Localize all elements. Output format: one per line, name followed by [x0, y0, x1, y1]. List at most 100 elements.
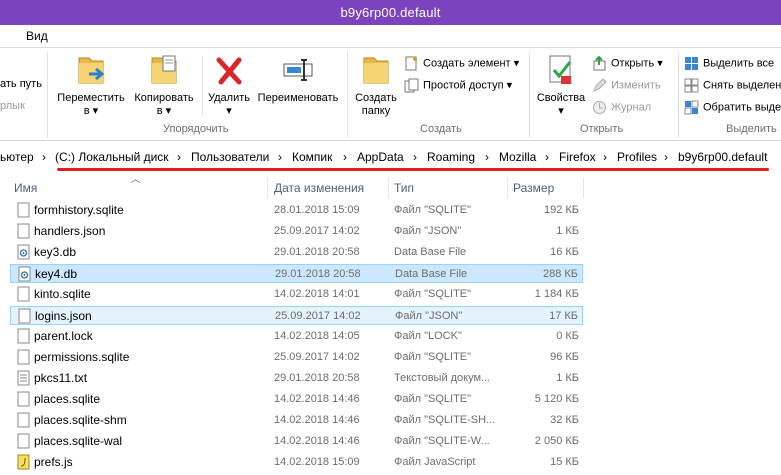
column-divider[interactable] [583, 178, 584, 198]
breadcrumb-firefox[interactable]: Firefox [559, 150, 596, 164]
file-row[interactable]: prefs.js 14.02.2018 15:09 Файл JavaScript 1… [10, 453, 583, 472]
chevron-right-icon[interactable]: › [485, 150, 489, 164]
new-folder-button[interactable]: Создать папку [352, 52, 400, 118]
file-name: formhistory.sqlite [34, 203, 124, 217]
column-divider[interactable] [507, 178, 508, 198]
file-row[interactable]: logins.json 25.09.2017 14:02 Файл "JSON" 17… [10, 306, 583, 325]
history-label: Журнал [611, 101, 652, 114]
paste-shortcut-label: рлык [0, 100, 25, 112]
delete-x-icon [216, 57, 242, 85]
move-folder-icon [78, 57, 105, 84]
file-icon [17, 433, 30, 449]
copy-path-button[interactable]: ать путь [0, 78, 42, 90]
new-item-label: Создать элемент [423, 57, 511, 70]
paste-shortcut-button[interactable]: рлык [0, 100, 25, 112]
file-icon [17, 328, 30, 344]
file-size: 0 КБ [556, 330, 579, 342]
easy-access-button[interactable]: Простой доступ ▾ [404, 78, 512, 93]
breadcrumb-local-disk[interactable]: (C:) Локальный диск [55, 150, 169, 164]
column-date[interactable]: Дата изменения [274, 181, 364, 195]
new-item-button[interactable]: Создать элемент ▾ [404, 56, 519, 71]
file-icon [17, 286, 30, 302]
file-type: Файл "JSON" [395, 310, 463, 322]
file-row[interactable]: formhistory.sqlite 28.01.2018 15:09 Файл "… [10, 201, 583, 220]
select-all-button[interactable]: Выделить все [684, 56, 774, 71]
tab-view[interactable]: Вид [26, 29, 48, 43]
ribbon: ать путь рлык Переместить в ▾ Копировать… [0, 47, 781, 141]
invert-selection-label: Обратить выде [703, 101, 781, 114]
delete-label: Удалить [208, 92, 250, 104]
edit-label: Изменить [611, 79, 661, 92]
chevron-right-icon[interactable]: › [603, 150, 607, 164]
chevron-right-icon[interactable]: › [664, 150, 668, 164]
file-date: 14.02.2018 14:46 [274, 435, 360, 447]
select-none-label: Снять выделен [703, 79, 781, 92]
column-divider[interactable] [388, 178, 389, 198]
open-button[interactable]: Открыть ▾ [592, 56, 663, 71]
history-button[interactable]: Журнал [592, 100, 651, 115]
breadcrumb-computer[interactable]: ьютер [0, 150, 34, 164]
chevron-right-icon[interactable]: › [177, 150, 181, 164]
file-row[interactable]: parent.lock 14.02.2018 14:05 Файл "LOCK" 0 … [10, 327, 583, 346]
column-type[interactable]: Тип [394, 181, 414, 195]
title-bar: b9y6rp00.default [0, 0, 781, 25]
file-row[interactable]: permissions.sqlite 25.09.2017 14:02 Файл "… [10, 348, 583, 367]
breadcrumb-appdata[interactable]: AppData [357, 150, 404, 164]
file-row[interactable]: handlers.json 25.09.2017 14:02 Файл "JSON"… [10, 222, 583, 241]
breadcrumb-mozilla[interactable]: Mozilla [499, 150, 536, 164]
copy-folder-icon [151, 55, 177, 84]
new-folder-icon [363, 57, 389, 84]
file-name: key3.db [34, 245, 77, 259]
file-size: 32 КБ [550, 414, 579, 426]
breadcrumb-users[interactable]: Пользователи [191, 150, 269, 164]
file-row[interactable]: kinto.sqlite 14.02.2018 14:01 Файл "SQLITE… [10, 285, 583, 304]
copy-to-button[interactable]: Копировать в ▾ [128, 52, 200, 118]
chevron-right-icon[interactable]: › [343, 150, 347, 164]
file-row[interactable]: key3.db 29.01.2018 20:58 Data Base File 16 … [10, 243, 583, 262]
breadcrumb-profile-folder[interactable]: b9y6rp00.default [678, 150, 767, 164]
file-size: 288 КБ [542, 268, 578, 280]
chevron-right-icon[interactable]: › [545, 150, 549, 164]
edit-button[interactable]: Изменить [592, 78, 661, 93]
rename-button[interactable]: Переименовать [254, 52, 342, 105]
select-all-label: Выделить все [703, 57, 775, 70]
file-date: 14.02.2018 14:46 [274, 414, 360, 426]
move-to-button[interactable]: Переместить в ▾ [54, 52, 128, 118]
invert-selection-button[interactable]: Обратить выде [684, 100, 781, 115]
easy-access-label: Простой доступ [423, 79, 504, 92]
chevron-right-icon[interactable]: › [278, 150, 282, 164]
breadcrumb-profiles[interactable]: Profiles [617, 150, 657, 164]
file-size: 16 КБ [550, 246, 579, 258]
select-none-button[interactable]: Снять выделен [684, 78, 781, 93]
file-row[interactable]: places.sqlite-shm 14.02.2018 14:46 Файл "S… [10, 411, 583, 430]
breadcrumb-user[interactable]: Компик [292, 150, 332, 164]
move-to-label: Переместить [57, 92, 125, 104]
chevron-right-icon[interactable]: › [413, 150, 417, 164]
file-date: 29.01.2018 20:58 [275, 268, 361, 280]
file-size: 15 КБ [550, 456, 579, 468]
file-row[interactable]: key4.db 29.01.2018 20:58 Data Base File 288… [10, 264, 583, 283]
file-size: 1 КБ [556, 225, 579, 237]
file-row[interactable]: places.sqlite 14.02.2018 14:46 Файл "SQLIT… [10, 390, 583, 409]
file-type: Файл "SQLITE-SH... [394, 414, 496, 426]
open-group-label: Открыть [580, 123, 624, 135]
column-divider[interactable] [267, 178, 268, 198]
breadcrumb-roaming[interactable]: Roaming [427, 150, 475, 164]
file-row[interactable]: pkcs11.txt 29.01.2018 20:58 Текстовый доку… [10, 369, 583, 388]
file-size: 2 050 КБ [534, 435, 579, 447]
column-size[interactable]: Размер [513, 181, 554, 195]
address-bar[interactable]: ьютер › (C:) Локальный диск › Пользовате… [0, 146, 781, 168]
file-icon [17, 349, 30, 365]
column-name[interactable]: Имя [14, 181, 37, 195]
properties-button[interactable]: Свойства ▾ [534, 52, 588, 118]
chevron-right-icon[interactable]: › [42, 150, 46, 164]
organize-group-label: Упорядочить [163, 123, 229, 135]
file-row[interactable]: places.sqlite-wal 14.02.2018 14:46 Файл "S… [10, 432, 583, 451]
delete-button[interactable]: Удалить ▾ [204, 52, 254, 118]
file-name: pkcs11.txt [34, 371, 88, 385]
file-size: 17 КБ [549, 310, 578, 322]
file-date: 25.09.2017 14:02 [274, 225, 360, 237]
file-type: Файл "LOCK" [394, 330, 462, 342]
file-size: 5 120 КБ [534, 393, 579, 405]
file-date: 29.01.2018 20:58 [274, 372, 360, 384]
